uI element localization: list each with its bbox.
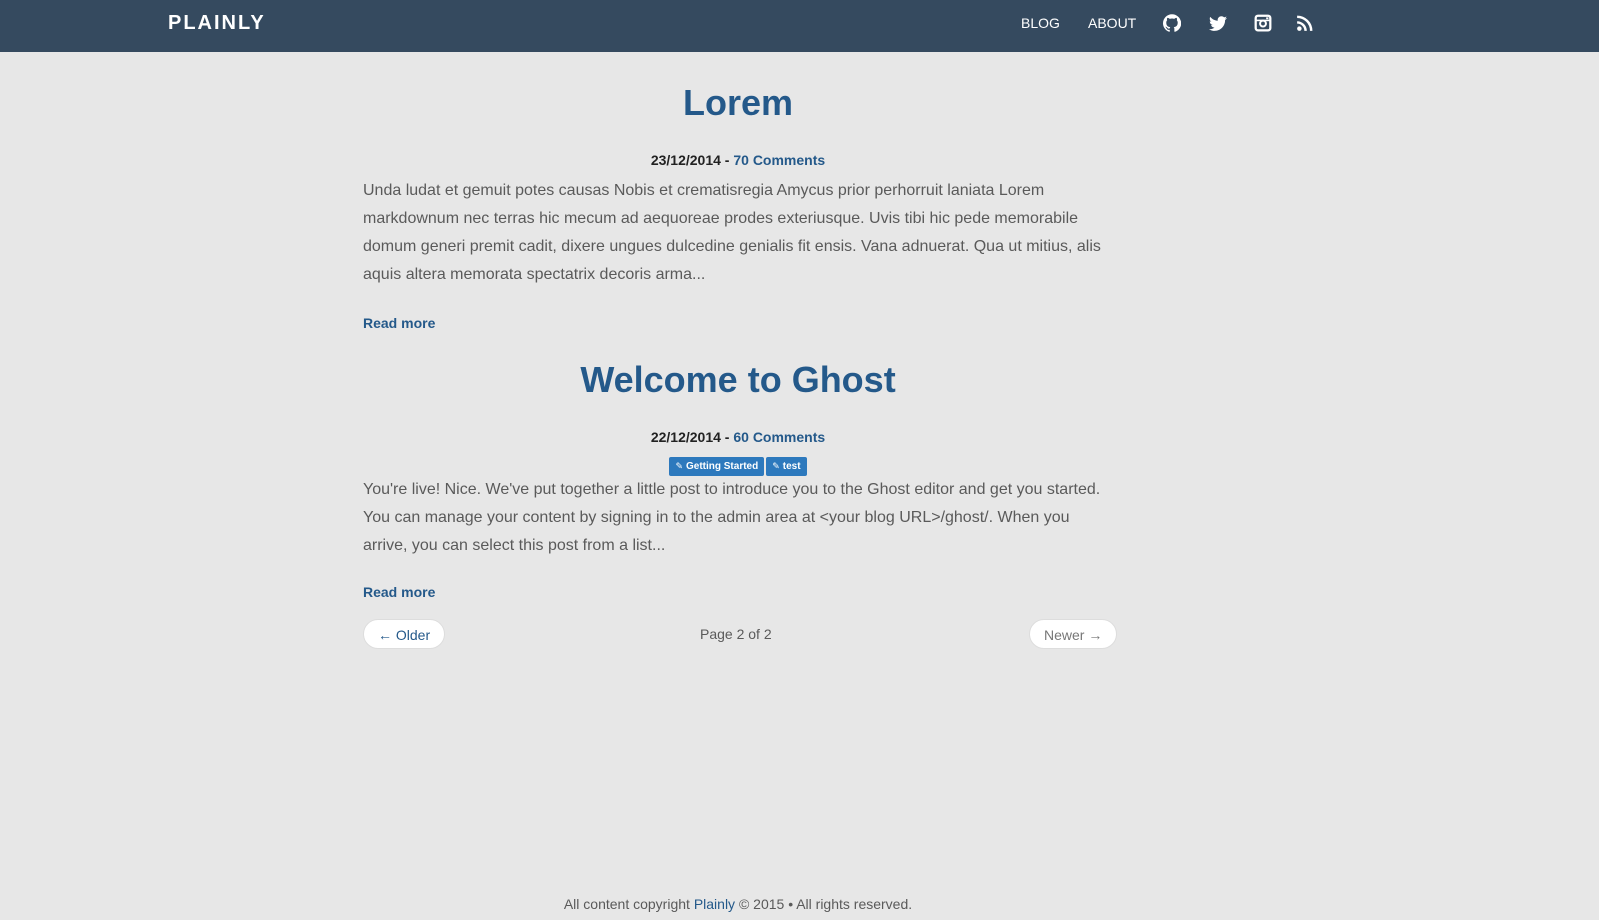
footer-brand-link[interactable]: Plainly (694, 896, 735, 912)
comments-link[interactable]: 70 Comments (733, 152, 825, 168)
instagram-icon[interactable] (1254, 14, 1272, 32)
tag-icon: ✎ (675, 461, 683, 471)
github-icon[interactable] (1163, 14, 1181, 32)
post-excerpt: You're live! Nice. We've put together a … (363, 481, 1101, 554)
older-posts-button[interactable]: ← Older (363, 619, 446, 649)
tag-list: ✎ Getting Started ✎ test (363, 456, 1113, 476)
post-excerpt: Unda ludat et gemuit potes causas Nobis … (363, 182, 1101, 283)
comments-link[interactable]: 60 Comments (733, 429, 825, 445)
tag-test[interactable]: ✎ test (766, 457, 807, 476)
footer-prefix: All content copyright (563, 896, 694, 912)
newer-posts-button[interactable]: Newer → (1029, 619, 1118, 649)
tag-getting-started[interactable]: ✎ Getting Started (669, 457, 765, 476)
nav-link-blog[interactable]: BLOG (1021, 15, 1060, 31)
meta-separator: - (720, 429, 734, 445)
post-date: 22/12/2014 (650, 429, 721, 445)
read-more-link[interactable]: Read more (363, 314, 435, 332)
post-title-text[interactable]: Welcome to Ghost (580, 359, 895, 400)
brand-logo-link[interactable]: PLAINLY (168, 12, 266, 34)
read-more-link[interactable]: Read more (363, 583, 435, 601)
rss-icon[interactable] (1296, 14, 1314, 32)
tag-label: test (782, 461, 801, 472)
post-meta: 23/12/2014 - 70 Comments (363, 151, 1113, 169)
post-meta: 22/12/2014 - 60 Comments (363, 428, 1113, 446)
tag-label: Getting Started (685, 461, 759, 472)
tag-icon: ✎ (772, 461, 780, 471)
footer: All content copyright Plainly © 2015 • A… (0, 895, 1476, 913)
post-title-text[interactable]: Lorem (683, 82, 793, 123)
post-title[interactable]: Lorem (363, 82, 1113, 124)
post-date: 23/12/2014 (650, 152, 721, 168)
footer-suffix: © 2015 • All rights reserved. (735, 896, 913, 912)
nav-link-about[interactable]: ABOUT (1088, 15, 1136, 31)
twitter-icon[interactable] (1209, 14, 1227, 32)
navbar: PLAINLY BLOG ABOUT (0, 0, 1599, 52)
post-title[interactable]: Welcome to Ghost (363, 359, 1113, 401)
page-number: Page 2 of 2 (700, 626, 772, 642)
meta-separator: - (720, 152, 734, 168)
